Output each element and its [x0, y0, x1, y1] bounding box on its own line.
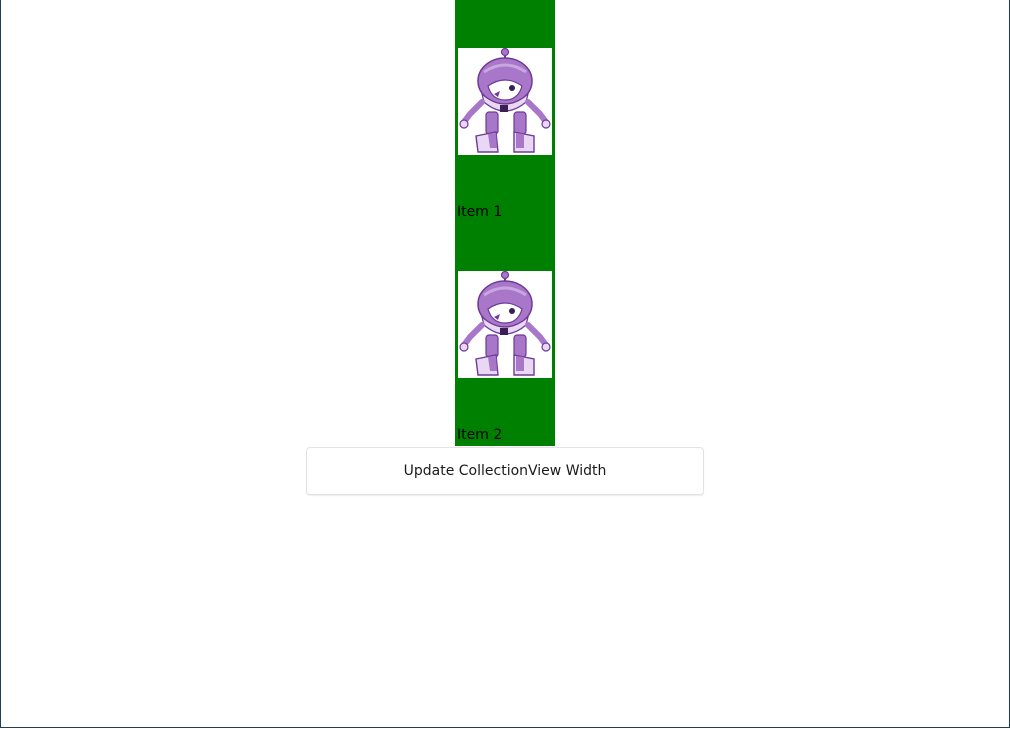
item-label: Item 2: [457, 427, 503, 443]
collection-item[interactable]: Item 2: [455, 223, 555, 446]
collection-view[interactable]: Item 1 Item 2: [455, 0, 555, 446]
item-label: Item 1: [457, 204, 503, 220]
dotnet-bot-icon: [458, 271, 552, 378]
dotnet-bot-icon: [458, 48, 552, 155]
collection-item[interactable]: Item 1: [455, 0, 555, 223]
update-collectionview-width-button[interactable]: Update CollectionView Width: [306, 447, 704, 495]
